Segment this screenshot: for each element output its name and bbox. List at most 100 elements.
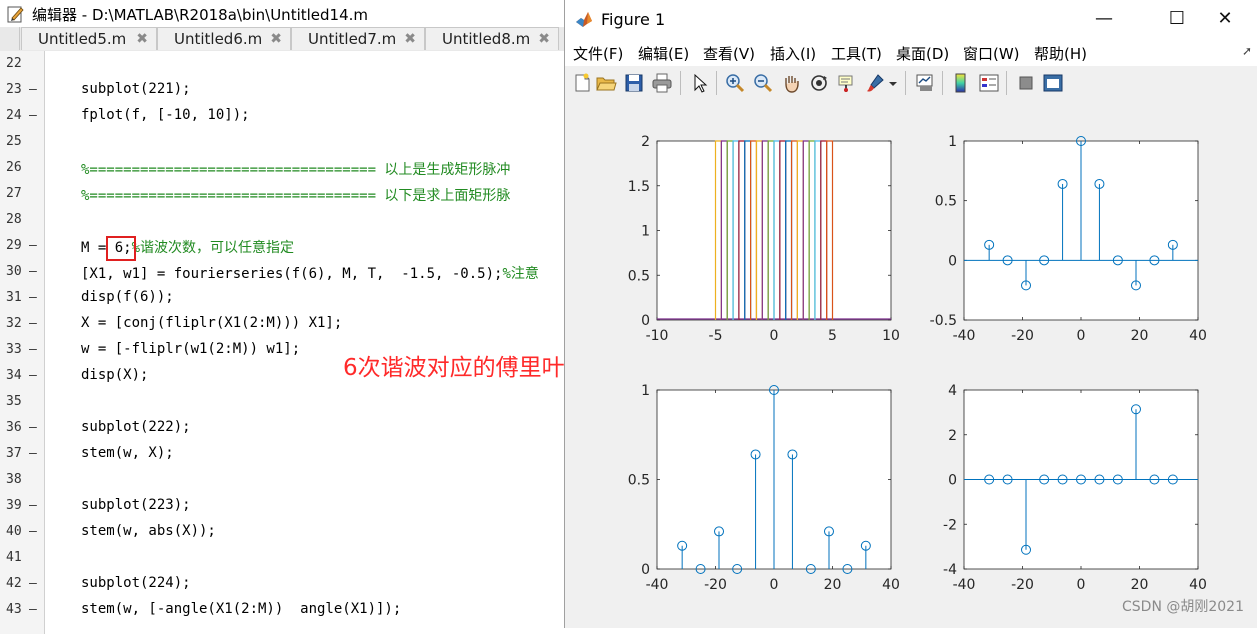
matlab-logo-icon <box>575 10 593 28</box>
breakpoint-dash[interactable]: — <box>29 238 37 253</box>
y-tick-label: 1 <box>641 383 650 399</box>
code-line[interactable]: %================================== 以上是生… <box>81 159 510 179</box>
close-button[interactable]: ✕ <box>1205 6 1245 32</box>
x-tick-label: 40 <box>1189 577 1207 593</box>
tab-close-icon[interactable]: ✖ <box>270 31 282 47</box>
code-line[interactable]: w = [-fliplr(w1(2:M)) w1]; <box>81 341 300 357</box>
code-line[interactable]: fplot(f, [-10, 10]); <box>81 107 250 123</box>
open-folder-icon[interactable] <box>595 72 617 94</box>
link-plot-icon[interactable] <box>914 72 936 94</box>
breakpoint-dash[interactable]: — <box>29 498 37 513</box>
editor-tab-label: Untitled6.m <box>174 30 263 48</box>
y-tick-label: 0.5 <box>628 473 650 489</box>
y-tick-label: 0 <box>948 253 957 269</box>
menu-view[interactable]: 查看(V) <box>703 43 755 64</box>
print-icon[interactable] <box>651 72 673 94</box>
breakpoint-dash[interactable]: — <box>29 316 37 331</box>
breakpoint-dash[interactable]: — <box>29 446 37 461</box>
line-number-text: 37 <box>6 446 22 461</box>
x-tick-label: 20 <box>1131 577 1149 593</box>
x-tick-label: 5 <box>828 328 837 344</box>
code-line[interactable]: X = [conj(fliplr(X1(2:M))) X1]; <box>81 315 342 331</box>
breakpoint-dash[interactable]: — <box>29 602 37 617</box>
brush-icon[interactable] <box>864 72 886 94</box>
legend-icon[interactable] <box>978 72 1000 94</box>
x-tick-label: 20 <box>1131 328 1149 344</box>
line-number-text: 30 <box>6 264 22 279</box>
minimize-button[interactable]: — <box>1084 6 1124 32</box>
breakpoint-dash[interactable]: — <box>29 264 37 279</box>
x-tick-label: -20 <box>1011 328 1034 344</box>
y-tick-label: 4 <box>948 383 957 399</box>
rotate-3d-icon[interactable] <box>808 72 830 94</box>
code-comment: %================================== 以下是求… <box>81 188 511 204</box>
figure-title-text: Figure 1 <box>601 10 666 29</box>
breakpoint-dash[interactable]: — <box>29 290 37 305</box>
line-number-text: 34 <box>6 368 22 383</box>
editor-tab[interactable]: Untitled7.m ✖ <box>291 27 425 50</box>
figure-canvas[interactable]: -10 -5 0 5 10 0 0.5 1 1.5 2 -40 -20 0 20 40 -0.5 0 0.5 1 -4… <box>565 100 1257 628</box>
code-line[interactable]: subplot(223); <box>81 497 191 513</box>
colorbar-icon[interactable] <box>950 72 972 94</box>
new-figure-icon[interactable] <box>571 72 593 94</box>
zoom-out-icon[interactable] <box>752 72 774 94</box>
pan-icon[interactable] <box>780 72 802 94</box>
editor-tab-label: Untitled7.m <box>308 30 397 48</box>
save-icon[interactable] <box>623 72 645 94</box>
y-tick-label: 0.5 <box>628 268 650 284</box>
menu-tools[interactable]: 工具(T) <box>831 43 882 64</box>
code-text: X = [conj(fliplr(X1(2:M))) X1]; <box>81 315 343 331</box>
y-tick-label: 0 <box>948 473 957 489</box>
figure-window: Figure 1 — ☐ ✕ 文件(F) 编辑(E) 查看(V) 插入(I) 工… <box>564 0 1257 628</box>
x-tick-label: -20 <box>704 577 727 593</box>
line-number-text: 42 <box>6 576 22 591</box>
y-tick-label: 0.5 <box>935 194 957 210</box>
data-cursor-icon[interactable] <box>836 72 858 94</box>
y-tick-label: -2 <box>943 517 957 533</box>
tab-close-icon[interactable]: ✖ <box>404 31 416 47</box>
menu-overflow-icon[interactable]: ➚ <box>1242 44 1252 58</box>
menu-window[interactable]: 窗口(W) <box>963 43 1020 64</box>
code-line[interactable]: disp(X); <box>81 367 148 383</box>
breakpoint-dash[interactable]: — <box>29 368 37 383</box>
brush-dropdown-icon[interactable] <box>887 72 899 94</box>
breakpoint-dash[interactable]: — <box>29 576 37 591</box>
code-line[interactable]: subplot(224); <box>81 575 191 591</box>
code-line[interactable]: stem(w, [-angle(X1(2:M)) angle(X1)]); <box>81 601 401 617</box>
code-comment: %谐波次数，可以任意指定 <box>131 240 295 256</box>
code-line[interactable]: stem(w, abs(X)); <box>81 523 216 539</box>
line-number-text: 22 <box>6 56 22 71</box>
tab-close-icon[interactable]: ✖ <box>136 31 148 47</box>
breakpoint-dash[interactable]: — <box>29 342 37 357</box>
editor-tab[interactable]: Untitled6.m ✖ <box>157 27 291 50</box>
tab-close-icon[interactable]: ✖ <box>538 31 550 47</box>
code-line[interactable]: disp(f(6)); <box>81 289 174 305</box>
code-text: [X1, w1] = fourierseries(f(6), M, T, -1.… <box>81 266 503 282</box>
line-number-text: 32 <box>6 316 22 331</box>
zoom-in-icon[interactable] <box>724 72 746 94</box>
figure-menu-bar: 文件(F) 编辑(E) 查看(V) 插入(I) 工具(T) 桌面(D) 窗口(W… <box>565 38 1257 66</box>
pointer-icon[interactable] <box>688 72 710 94</box>
menu-edit[interactable]: 编辑(E) <box>638 43 689 64</box>
maximize-button[interactable]: ☐ <box>1157 6 1197 32</box>
menu-file[interactable]: 文件(F) <box>573 43 623 64</box>
show-plot-tools-icon[interactable] <box>1042 72 1064 94</box>
code-line[interactable]: %================================== 以下是求… <box>81 185 510 205</box>
line-number-text: 39 <box>6 498 22 513</box>
breakpoint-dash[interactable]: — <box>29 524 37 539</box>
code-line[interactable]: subplot(221); <box>81 81 191 97</box>
code-line[interactable]: stem(w, X); <box>81 445 174 461</box>
editor-tab[interactable]: Untitled5.m ✖ <box>21 27 157 50</box>
line-number-text: 43 <box>6 602 22 617</box>
editor-tab[interactable]: Untitled8.m ✖ <box>425 27 559 50</box>
hide-plot-tools-icon[interactable] <box>1015 72 1037 94</box>
menu-insert[interactable]: 插入(I) <box>770 43 816 64</box>
editor-pencil-icon <box>6 4 26 24</box>
code-line[interactable]: subplot(222); <box>81 419 191 435</box>
breakpoint-dash[interactable]: — <box>29 108 37 123</box>
breakpoint-dash[interactable]: — <box>29 82 37 97</box>
code-line[interactable]: [X1, w1] = fourierseries(f(6), M, T, -1.… <box>81 263 539 283</box>
menu-desktop[interactable]: 桌面(D) <box>896 43 949 64</box>
breakpoint-dash[interactable]: — <box>29 420 37 435</box>
menu-help[interactable]: 帮助(H) <box>1034 43 1087 64</box>
